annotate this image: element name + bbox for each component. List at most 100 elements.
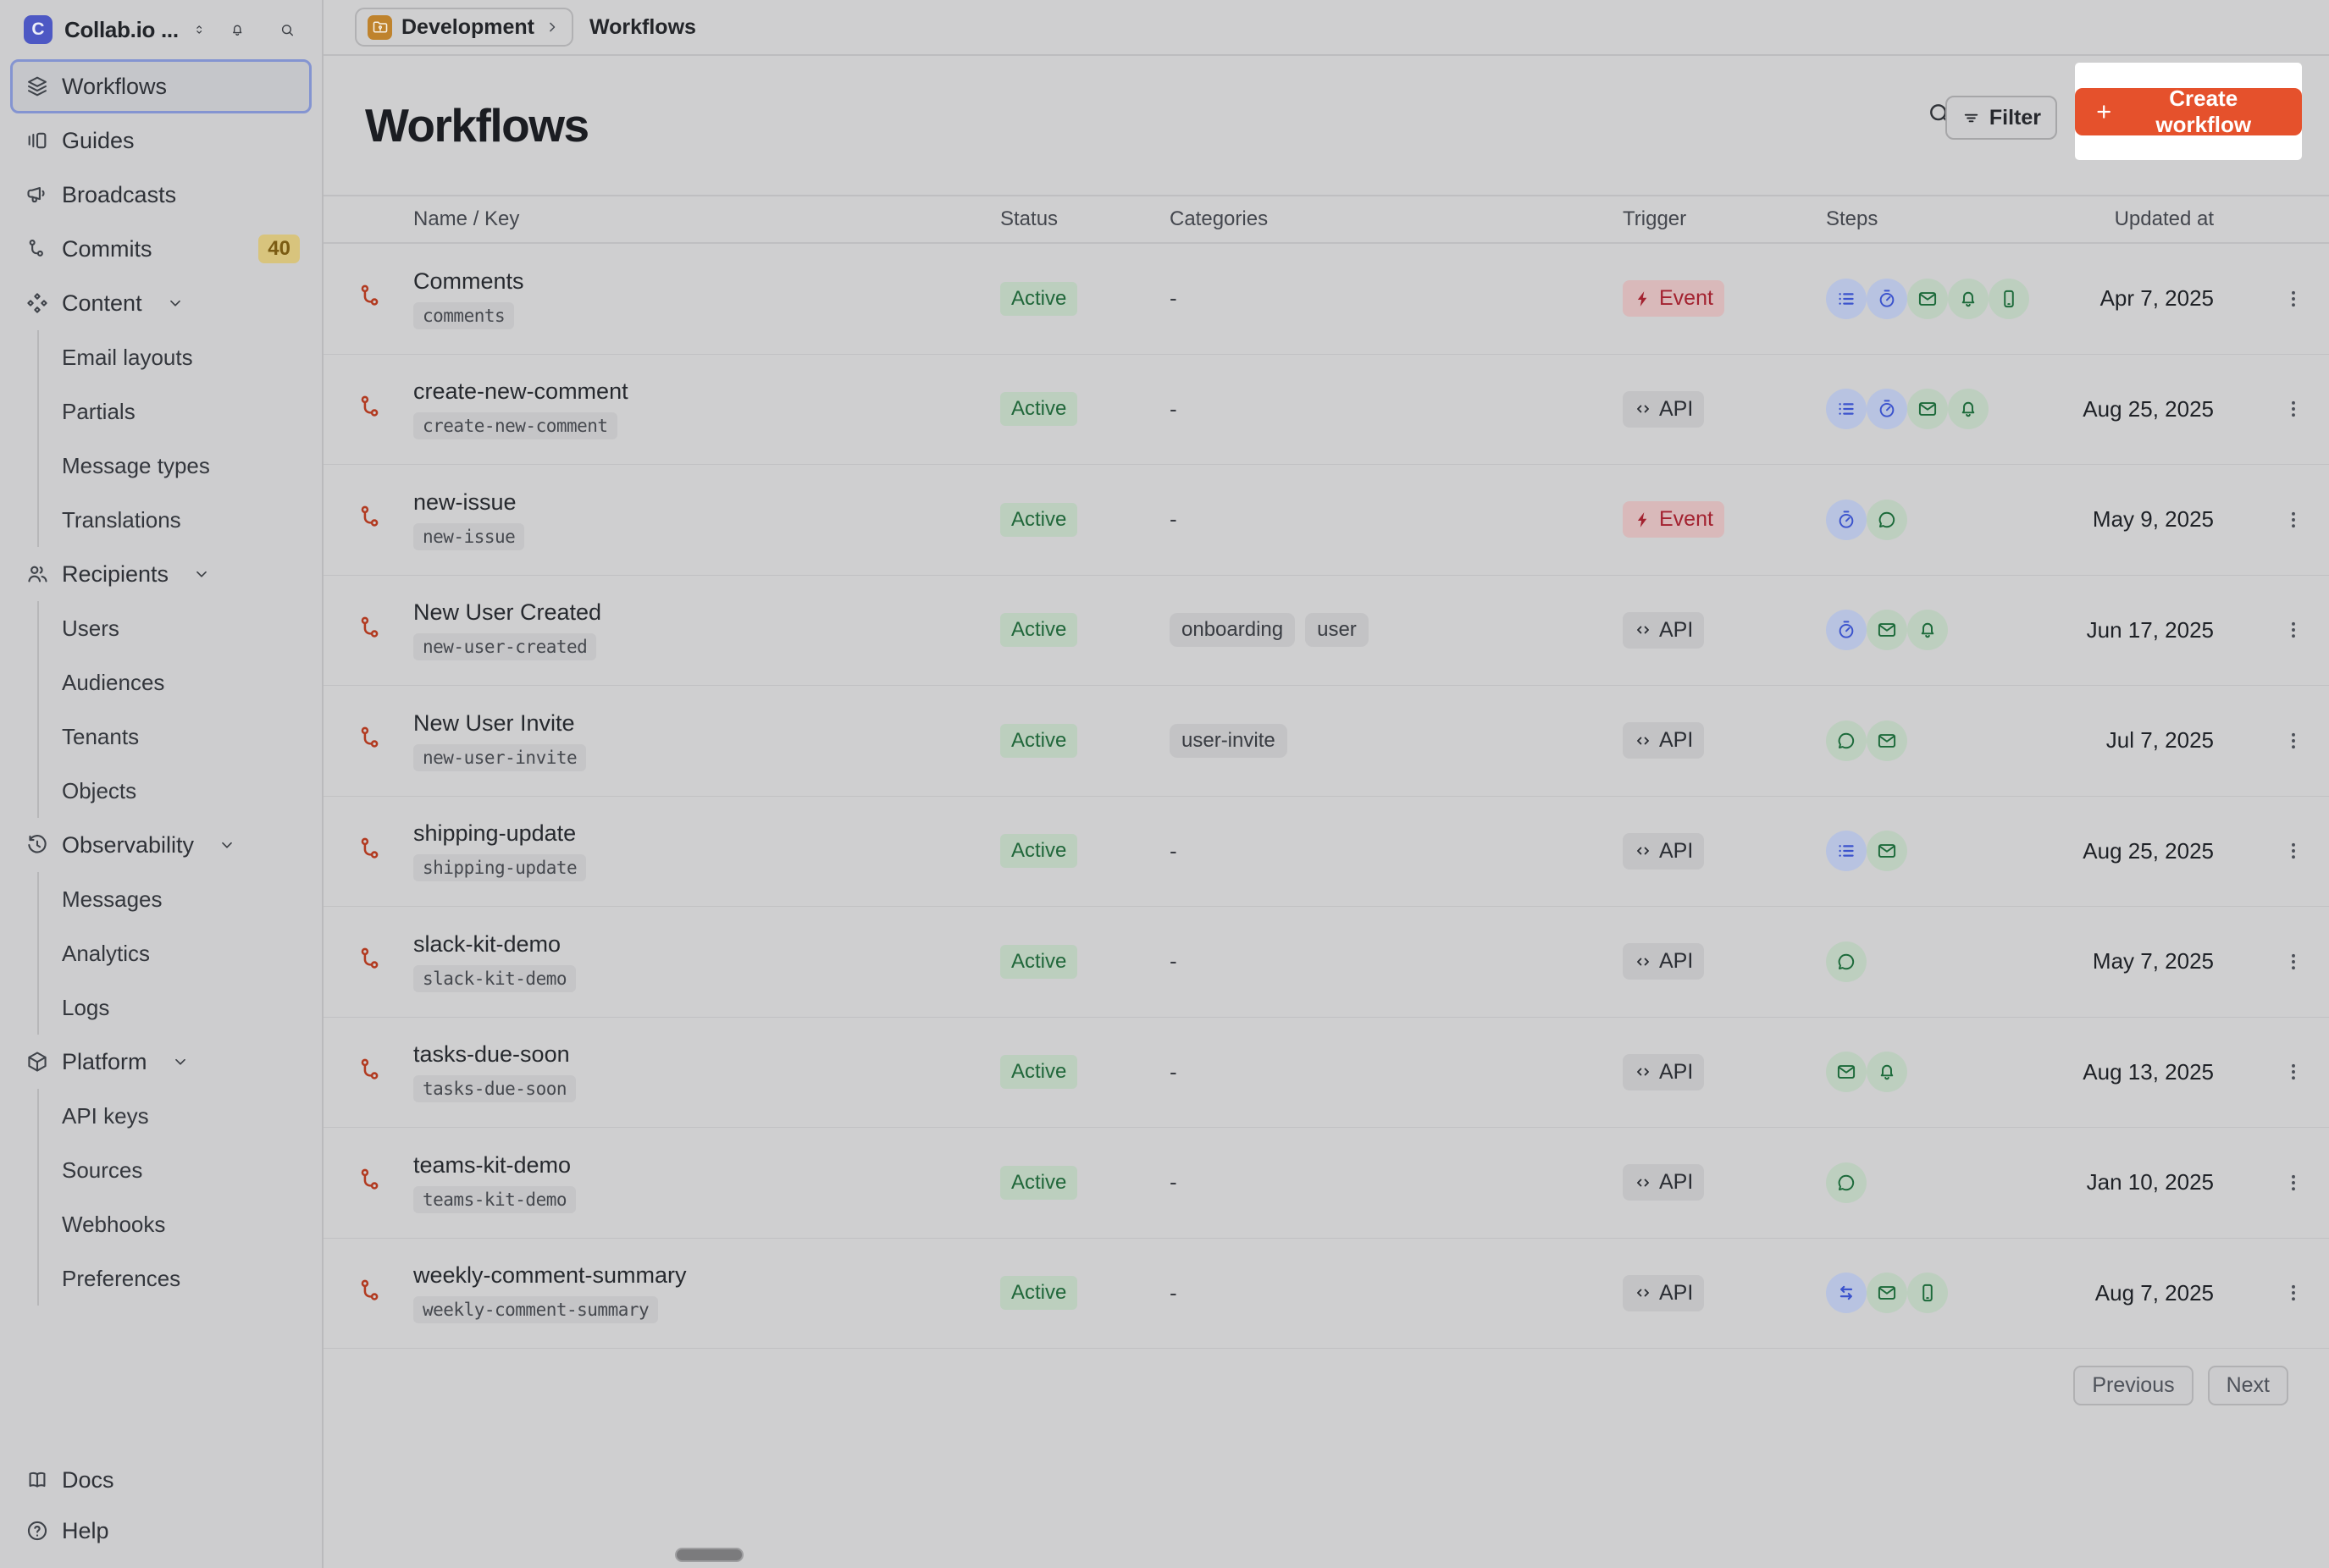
sidebar-item-guides[interactable]: Guides: [10, 113, 312, 168]
next-page-button[interactable]: Next: [2208, 1366, 2288, 1405]
workflow-name[interactable]: slack-kit-demo: [413, 931, 1000, 958]
kebab-icon: [2282, 840, 2304, 862]
workflow-icon: [357, 724, 385, 753]
step-email-icon: [1876, 1282, 1898, 1304]
sidebar-item-broadcasts[interactable]: Broadcasts: [10, 168, 312, 222]
sidebar-item-help[interactable]: Help: [10, 1505, 312, 1556]
workflow-name[interactable]: teams-kit-demo: [413, 1152, 1000, 1179]
step-timer-icon: [1835, 509, 1857, 531]
notifications-bell-icon[interactable]: [230, 19, 245, 41]
commits-count-badge: 40: [258, 235, 300, 263]
row-menu-button[interactable]: [2275, 832, 2312, 870]
workflow-icon: [357, 835, 385, 864]
sidebar-item-docs[interactable]: Docs: [10, 1455, 312, 1505]
column-name-key: Name / Key: [413, 207, 1000, 231]
sidebar-item-logs[interactable]: Logs: [39, 980, 312, 1035]
workflow-key: new-issue: [413, 523, 524, 550]
workflow-name[interactable]: New User Invite: [413, 710, 1000, 737]
row-menu-button[interactable]: [2275, 722, 2312, 759]
table-row[interactable]: weekly-comment-summaryweekly-comment-sum…: [324, 1239, 2329, 1350]
plus-icon: [2094, 101, 2114, 123]
sidebar-item-partials[interactable]: Partials: [39, 384, 312, 439]
row-menu-button[interactable]: [2275, 1164, 2312, 1201]
workflow-name[interactable]: shipping-update: [413, 820, 1000, 847]
updated-at: Jul 7, 2025: [2076, 727, 2214, 754]
step-swap-icon: [1835, 1282, 1857, 1304]
sidebar-item-objects[interactable]: Objects: [39, 764, 312, 818]
workflow-key: comments: [413, 302, 514, 329]
workflow-icon: [357, 282, 385, 311]
workflow-key: slack-kit-demo: [413, 965, 576, 992]
kebab-icon: [2282, 619, 2304, 641]
step-list-icon: [1835, 288, 1857, 310]
table-row[interactable]: new-issuenew-issueActive-EventMay 9, 202…: [324, 465, 2329, 576]
table-row[interactable]: tasks-due-soontasks-due-soonActive-APIAu…: [324, 1018, 2329, 1129]
breadcrumb-environment[interactable]: Development: [355, 8, 573, 47]
row-menu-button[interactable]: [2275, 280, 2312, 317]
workflow-name[interactable]: Comments: [413, 268, 1000, 295]
previous-page-button[interactable]: Previous: [2073, 1366, 2193, 1405]
table-row[interactable]: New User Creatednew-user-createdActiveon…: [324, 576, 2329, 687]
row-menu-button[interactable]: [2275, 1274, 2312, 1311]
help-icon: [25, 1519, 49, 1543]
create-workflow-button[interactable]: Create workflow: [2075, 88, 2302, 135]
workflow-name[interactable]: new-issue: [413, 489, 1000, 516]
sidebar-item-users[interactable]: Users: [39, 601, 312, 655]
row-menu-button[interactable]: [2275, 501, 2312, 538]
workflow-key: shipping-update: [413, 854, 586, 881]
sidebar-item-api-keys[interactable]: API keys: [39, 1089, 312, 1143]
row-menu-button[interactable]: [2275, 611, 2312, 649]
sidebar-item-audiences[interactable]: Audiences: [39, 655, 312, 709]
table-row[interactable]: slack-kit-demoslack-kit-demoActive-APIMa…: [324, 907, 2329, 1018]
sidebar-item-recipients[interactable]: Recipients: [10, 547, 312, 601]
workflow-name[interactable]: weekly-comment-summary: [413, 1262, 1000, 1289]
layers-icon: [25, 75, 49, 98]
sidebar-item-translations[interactable]: Translations: [39, 493, 312, 547]
chevron-down-icon: [166, 294, 185, 312]
filter-button[interactable]: Filter: [1945, 96, 2057, 140]
sidebar-item-tenants[interactable]: Tenants: [39, 709, 312, 764]
workspace-switcher-icon[interactable]: [192, 19, 206, 40]
workflow-name[interactable]: New User Created: [413, 599, 1000, 626]
environment-label: Development: [401, 15, 534, 40]
sidebar-item-commits[interactable]: Commits 40: [10, 222, 312, 276]
table-row[interactable]: New User Invitenew-user-inviteActiveuser…: [324, 686, 2329, 797]
sidebar-item-email-layouts[interactable]: Email layouts: [39, 330, 312, 384]
sidebar-search-icon[interactable]: [279, 19, 295, 41]
table-row[interactable]: CommentscommentsActive-EventApr 7, 2025: [324, 244, 2329, 355]
sidebar-item-observability[interactable]: Observability: [10, 818, 312, 872]
workflow-key: new-user-invite: [413, 744, 586, 771]
sidebar-item-sources[interactable]: Sources: [39, 1143, 312, 1197]
shapes-icon: [25, 291, 49, 315]
workflow-name[interactable]: tasks-due-soon: [413, 1041, 1000, 1068]
row-menu-button[interactable]: [2275, 1053, 2312, 1090]
row-menu-button[interactable]: [2275, 390, 2312, 428]
row-menu-button[interactable]: [2275, 943, 2312, 980]
sidebar-item-analytics[interactable]: Analytics: [39, 926, 312, 980]
table-row[interactable]: shipping-updateshipping-updateActive-API…: [324, 797, 2329, 908]
sidebar-item-messages[interactable]: Messages: [39, 872, 312, 926]
sidebar-item-content[interactable]: Content: [10, 276, 312, 330]
sidebar-item-message-types[interactable]: Message types: [39, 439, 312, 493]
workflow-name[interactable]: create-new-comment: [413, 378, 1000, 405]
sidebar-item-platform[interactable]: Platform: [10, 1035, 312, 1089]
table-row[interactable]: teams-kit-demoteams-kit-demoActive-APIJa…: [324, 1128, 2329, 1239]
step-bell-badge: [1948, 279, 1989, 319]
sidebar-item-workflows[interactable]: Workflows: [10, 59, 312, 113]
sidebar-sub-group: API keysSourcesWebhooksPreferences: [37, 1089, 312, 1306]
filter-icon: [1961, 108, 1981, 128]
sidebar-item-label: Commits: [62, 236, 152, 262]
trigger-label: API: [1659, 949, 1693, 974]
status-badge: Active: [1000, 945, 1077, 979]
code-icon: [1634, 952, 1652, 971]
sidebar-item-webhooks[interactable]: Webhooks: [39, 1197, 312, 1251]
trigger-label: API: [1659, 1170, 1693, 1195]
sidebar-item-preferences[interactable]: Preferences: [39, 1251, 312, 1306]
horizontal-scrollbar-thumb[interactable]: [675, 1548, 744, 1562]
table-row[interactable]: create-new-commentcreate-new-commentActi…: [324, 355, 2329, 466]
workspace-logo: C: [24, 15, 53, 44]
category-chip: onboarding: [1170, 613, 1295, 647]
step-bell-icon: [1917, 619, 1939, 641]
step-email-badge: [1867, 610, 1907, 650]
updated-at: Aug 7, 2025: [2076, 1280, 2214, 1306]
